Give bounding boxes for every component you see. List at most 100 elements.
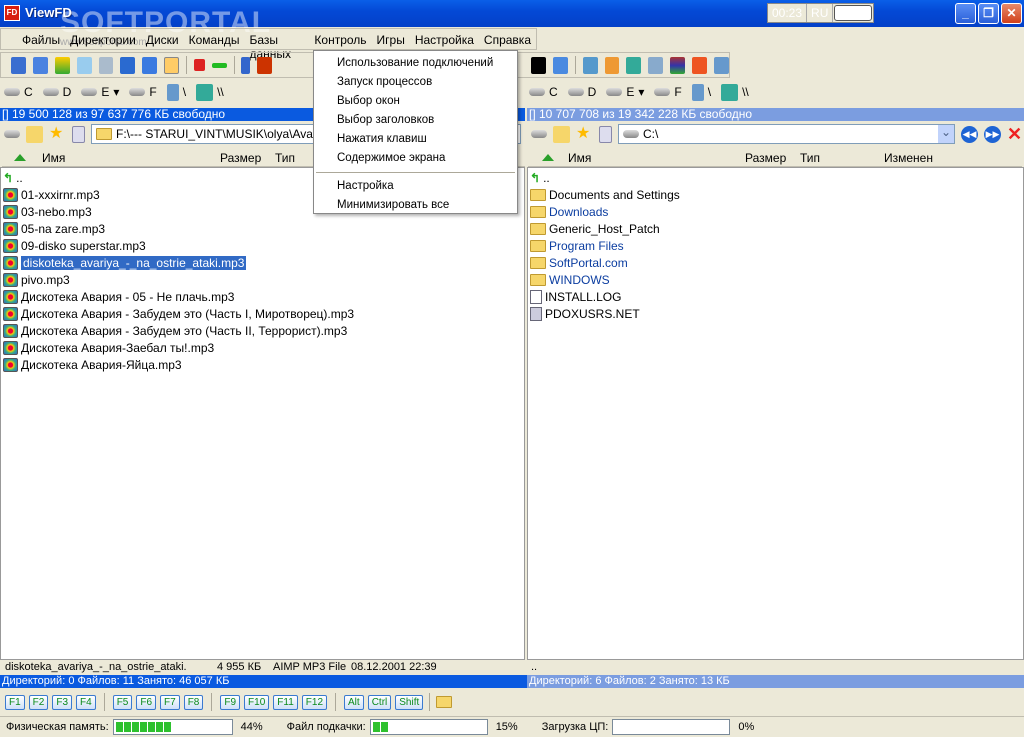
folder-row[interactable]: WINDOWS bbox=[528, 271, 1023, 288]
b-icon[interactable] bbox=[142, 56, 158, 74]
folder-row[interactable]: Generic_Host_Patch bbox=[528, 220, 1023, 237]
f2-button[interactable]: F2 bbox=[28, 694, 49, 710]
col-size[interactable]: Размер bbox=[220, 151, 261, 165]
favorites-icon[interactable]: ★ bbox=[576, 125, 593, 143]
col-type[interactable]: Тип bbox=[800, 151, 820, 165]
ctrl-button[interactable]: Ctrl bbox=[367, 694, 392, 710]
shift-button[interactable]: Shift bbox=[395, 694, 424, 710]
f9-button[interactable]: F9 bbox=[220, 694, 241, 710]
title-bar[interactable]: FD ViewFD SOFTPORTAL 00:23 RU Окна _ ❐ ✕ bbox=[0, 0, 1024, 39]
menu-item-minimize-all[interactable]: Минимизировать все bbox=[314, 196, 517, 215]
file-row[interactable]: Дискотека Авария - Забудем это (Часть I,… bbox=[1, 305, 524, 322]
dropdown-chevron-icon[interactable]: ⌄ bbox=[938, 125, 954, 143]
drive-f[interactable]: F bbox=[129, 85, 157, 99]
right-file-list[interactable]: ↰.. Documents and Settings Downloads Gen… bbox=[527, 167, 1024, 660]
calculator-icon[interactable] bbox=[648, 56, 664, 74]
two-panels-icon[interactable] bbox=[32, 56, 48, 74]
windows-button[interactable]: Окна bbox=[834, 5, 873, 22]
file-row[interactable]: INSTALL.LOG bbox=[528, 288, 1023, 305]
file-row[interactable]: Дискотека Авария - 05 - Не плачь.mp3 bbox=[1, 288, 524, 305]
favorites-icon[interactable]: ★ bbox=[49, 125, 66, 143]
menu-disks[interactable]: Диски bbox=[141, 29, 184, 49]
lightbulb-icon[interactable] bbox=[76, 56, 92, 74]
drive-e[interactable]: E ▾ bbox=[81, 85, 119, 99]
drive-d[interactable]: D bbox=[42, 85, 71, 99]
details-view-icon[interactable] bbox=[11, 56, 26, 74]
back-icon[interactable]: ◀◀ bbox=[961, 125, 978, 143]
f7-button[interactable]: F7 bbox=[160, 694, 180, 710]
f4-button[interactable]: F4 bbox=[76, 694, 96, 710]
menu-databases[interactable]: Базы данных bbox=[244, 29, 309, 61]
f12-button[interactable]: F12 bbox=[301, 694, 328, 710]
folder-row[interactable]: Program Files bbox=[528, 237, 1023, 254]
language-indicator[interactable]: RU bbox=[807, 4, 834, 22]
menu-item-titles[interactable]: Выбор заголовков bbox=[314, 111, 517, 130]
alt-button[interactable]: Alt bbox=[344, 694, 364, 710]
winrar-icon[interactable] bbox=[670, 56, 686, 74]
right-path-input[interactable]: C:\ ⌄ bbox=[618, 124, 955, 144]
restore-button[interactable]: ❐ bbox=[978, 3, 999, 24]
f3-button[interactable]: F3 bbox=[52, 694, 73, 710]
drive-icon[interactable] bbox=[4, 130, 20, 138]
up-folder-icon[interactable] bbox=[553, 125, 570, 143]
network-icon[interactable] bbox=[626, 56, 642, 74]
menu-directories[interactable]: Директории bbox=[65, 29, 141, 49]
remove-icon[interactable] bbox=[211, 62, 227, 68]
image-viewer-icon[interactable] bbox=[54, 56, 70, 74]
close-panel-icon[interactable]: ✕ bbox=[1007, 124, 1022, 145]
file-row-selected[interactable]: diskoteka_avariya_-_na_ostrie_ataki.mp3 bbox=[1, 254, 524, 271]
drive-d[interactable]: D bbox=[567, 85, 596, 99]
file-row[interactable]: Дискотека Авария - Забудем это (Часть II… bbox=[1, 322, 524, 339]
col-modified[interactable]: Изменен bbox=[884, 151, 933, 165]
menu-item-connections[interactable]: Использование подключений bbox=[314, 54, 517, 73]
goto-folder-icon[interactable] bbox=[436, 696, 453, 708]
menu-item-keystrokes[interactable]: Нажатия клавиш bbox=[314, 130, 517, 149]
notepad-icon[interactable] bbox=[582, 56, 598, 74]
drive-c[interactable]: C bbox=[4, 85, 33, 99]
menu-control[interactable]: Контроль bbox=[309, 29, 371, 49]
col-type[interactable]: Тип bbox=[275, 151, 295, 165]
f1-button[interactable]: F1 bbox=[5, 694, 25, 710]
folder-row[interactable]: Downloads bbox=[528, 203, 1023, 220]
col-name[interactable]: Имя bbox=[42, 151, 65, 165]
console-icon[interactable] bbox=[120, 56, 136, 74]
file-row[interactable]: Дискотека Авария-Заебал ты!.mp3 bbox=[1, 339, 524, 356]
menu-commands[interactable]: Команды bbox=[184, 29, 245, 49]
refresh-icon[interactable] bbox=[599, 125, 612, 143]
f5-button[interactable]: F5 bbox=[112, 694, 133, 710]
monitor-icon[interactable] bbox=[531, 56, 546, 74]
drive-e[interactable]: E ▾ bbox=[606, 85, 644, 99]
folder-row[interactable]: SoftPortal.com bbox=[528, 254, 1023, 271]
left-file-list[interactable]: ↰.. 01-xxxirnr.mp3 03-nebo.mp3 05-na zar… bbox=[0, 167, 525, 660]
burner-icon[interactable] bbox=[692, 56, 707, 74]
menu-item-processes[interactable]: Запуск процессов bbox=[314, 73, 517, 92]
paint-icon[interactable] bbox=[604, 56, 620, 74]
drive-network[interactable]: \\ bbox=[721, 83, 749, 101]
parent-dir-row[interactable]: ↰.. bbox=[528, 169, 1023, 186]
drive-c[interactable]: C bbox=[529, 85, 558, 99]
file-row[interactable]: 05-na zare.mp3 bbox=[1, 220, 524, 237]
file-row[interactable]: 09-disko superstar.mp3 bbox=[1, 237, 524, 254]
menu-games[interactable]: Игры bbox=[372, 29, 410, 49]
col-name[interactable]: Имя bbox=[568, 151, 591, 165]
menu-item-screen-contents[interactable]: Содержимое экрана bbox=[314, 149, 517, 168]
menu-files[interactable]: Файлы bbox=[17, 29, 65, 49]
web-drive-icon[interactable] bbox=[713, 56, 729, 74]
f11-button[interactable]: F11 bbox=[273, 694, 298, 710]
up-folder-icon[interactable] bbox=[26, 125, 43, 143]
menu-help[interactable]: Справка bbox=[479, 29, 536, 49]
close-button[interactable]: ✕ bbox=[1001, 3, 1022, 24]
menu-item-settings[interactable]: Настройка bbox=[314, 177, 517, 196]
window-icon[interactable] bbox=[98, 56, 114, 74]
drive-network[interactable]: \\ bbox=[196, 83, 224, 101]
file-row[interactable]: PDOXUSRS.NET bbox=[528, 305, 1023, 322]
music-icon[interactable] bbox=[241, 56, 251, 74]
minimize-button[interactable]: _ bbox=[955, 3, 976, 24]
col-size[interactable]: Размер bbox=[745, 151, 786, 165]
file-row[interactable]: pivo.mp3 bbox=[1, 271, 524, 288]
drive-f[interactable]: F bbox=[654, 85, 682, 99]
drive-root[interactable]: \ bbox=[691, 83, 711, 101]
forward-icon[interactable]: ▶▶ bbox=[984, 125, 1001, 143]
drive-icon[interactable] bbox=[531, 130, 547, 138]
refresh-icon[interactable] bbox=[72, 125, 85, 143]
